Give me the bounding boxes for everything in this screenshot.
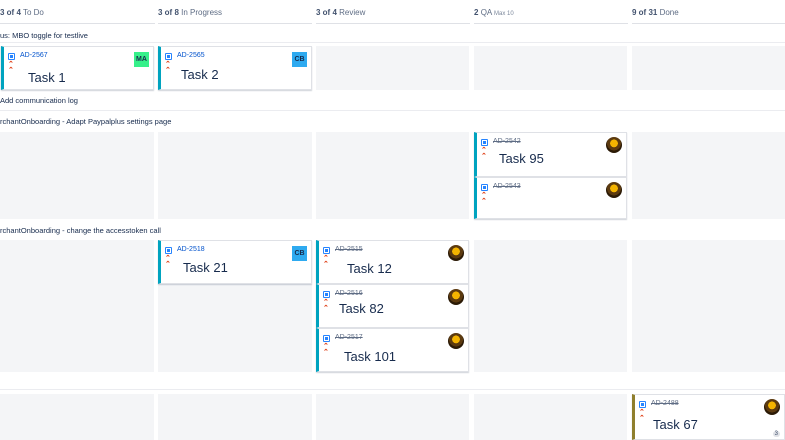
- column-name: Review: [339, 8, 366, 17]
- priority-high-icon: ⌃ ⌃: [481, 147, 487, 160]
- issue-summary: Task 67: [653, 417, 698, 432]
- column-count: 2: [474, 8, 479, 17]
- issue-key[interactable]: AD-2542: [493, 138, 521, 145]
- column-count: 3 of 4: [316, 8, 337, 17]
- issue-summary: Task 101: [344, 349, 397, 364]
- issue-key[interactable]: AD-2488: [651, 400, 679, 407]
- column-name: In Progress: [181, 8, 223, 17]
- subtask-count-badge: 3: [772, 431, 780, 437]
- story-square-icon: [165, 247, 172, 254]
- assignee-avatar[interactable]: [606, 182, 622, 198]
- issue-key[interactable]: AD-2515: [335, 246, 363, 253]
- column-name: To Do: [22, 8, 44, 17]
- column-header-todo[interactable]: 3 of 4 To Do: [0, 0, 155, 24]
- story-square-icon: [323, 291, 330, 298]
- column-max: Max 10: [494, 11, 514, 17]
- column-header-in-progress[interactable]: 3 of 8 In Progress: [158, 0, 312, 24]
- board-cell: [316, 132, 469, 219]
- priority-high-icon: ⌃ ⌃: [165, 255, 171, 268]
- board-cell: [632, 240, 785, 372]
- story-square-icon: [481, 139, 488, 146]
- story-square-icon: [8, 53, 15, 60]
- column-count: 3 of 8: [158, 8, 179, 17]
- board-cell: [0, 132, 154, 219]
- story-square-icon: [639, 401, 646, 408]
- issue-card[interactable]: AD-2543 ⌃ ⌃: [474, 177, 627, 219]
- column-header-done[interactable]: 9 of 31 Done: [632, 0, 785, 24]
- assignee-avatar[interactable]: [448, 289, 464, 305]
- issue-summary: Task 2: [181, 67, 219, 82]
- issue-summary: Task 12: [347, 261, 392, 276]
- swimlane-title[interactable]: rchantOnboarding - change the accesstoke…: [0, 226, 161, 235]
- swimlane-title[interactable]: us: MBO toggle for testlive: [0, 31, 88, 40]
- board-cell: [632, 46, 785, 90]
- board-cell: [316, 394, 469, 440]
- assignee-avatar[interactable]: [764, 399, 780, 415]
- priority-high-icon: ⌃ ⌃: [323, 299, 329, 312]
- priority-high-icon: ⌃ ⌃: [323, 343, 329, 356]
- assignee-avatar[interactable]: CB: [292, 246, 307, 261]
- issue-summary: Task 1: [28, 70, 66, 85]
- board-cell: [474, 46, 627, 90]
- swimlane-title[interactable]: rchantOnboarding - Adapt Paypalplus sett…: [0, 117, 171, 126]
- column-count: 9 of 31: [632, 8, 658, 17]
- column-header-review[interactable]: 3 of 4 Review: [316, 0, 470, 24]
- issue-card[interactable]: AD-2542 ⌃ ⌃ Task 95: [474, 132, 627, 177]
- story-square-icon: [323, 335, 330, 342]
- column-header-qa[interactable]: 2 QA Max 10: [474, 0, 628, 24]
- column-name: Done: [659, 8, 679, 17]
- issue-card[interactable]: AD-2565 ⌃ ⌃ Task 2 CB: [158, 46, 312, 90]
- board-cell: [632, 132, 785, 219]
- issue-key[interactable]: AD-2516: [335, 290, 363, 297]
- story-square-icon: [165, 53, 172, 60]
- priority-high-icon: ⌃ ⌃: [481, 192, 487, 205]
- issue-card[interactable]: AD-2516 ⌃ ⌃ Task 82: [316, 284, 469, 328]
- issue-summary: Task 21: [183, 260, 228, 275]
- board-cell: [0, 394, 154, 440]
- assignee-avatar[interactable]: [448, 333, 464, 349]
- priority-high-icon: ⌃ ⌃: [8, 61, 14, 74]
- issue-summary: Task 95: [499, 151, 544, 166]
- issue-card[interactable]: AD-2567 ⌃ ⌃ Task 1 MA: [1, 46, 154, 90]
- issue-card[interactable]: AD-2518 ⌃ ⌃ Task 21 CB: [158, 240, 312, 284]
- issue-card[interactable]: AD-2488 ⌃ ⌃ Task 67 3: [632, 394, 785, 440]
- swimlane-divider: [0, 42, 785, 43]
- column-count: 3 of 4: [0, 8, 21, 17]
- story-square-icon: [323, 247, 330, 254]
- board-cell: [474, 394, 627, 440]
- assignee-avatar[interactable]: [448, 245, 464, 261]
- issue-card[interactable]: AD-2517 ⌃ ⌃ Task 101: [316, 328, 469, 372]
- issue-key[interactable]: AD-2567: [20, 52, 48, 59]
- board-cell: [316, 46, 469, 90]
- priority-high-icon: ⌃ ⌃: [323, 255, 329, 268]
- board-cell: [0, 240, 154, 372]
- swimlane-divider: [0, 110, 785, 111]
- column-name: QA: [480, 8, 492, 17]
- issue-summary: Task 82: [339, 301, 384, 316]
- assignee-avatar[interactable]: CB: [292, 52, 307, 67]
- issue-key[interactable]: AD-2565: [177, 52, 205, 59]
- swimlane-title[interactable]: Add communication log: [0, 96, 78, 105]
- assignee-avatar[interactable]: [606, 137, 622, 153]
- priority-high-icon: ⌃ ⌃: [639, 409, 645, 422]
- story-square-icon: [481, 184, 488, 191]
- board-cell: [474, 240, 627, 372]
- issue-card[interactable]: AD-2515 ⌃ ⌃ Task 12: [316, 240, 469, 284]
- board-cell: [158, 394, 312, 440]
- priority-high-icon: ⌃ ⌃: [165, 61, 171, 74]
- issue-key[interactable]: AD-2517: [335, 334, 363, 341]
- issue-key[interactable]: AD-2518: [177, 246, 205, 253]
- swimlane-divider: [0, 389, 785, 390]
- issue-key[interactable]: AD-2543: [493, 183, 521, 190]
- board-cell: [158, 132, 312, 219]
- assignee-avatar[interactable]: MA: [134, 52, 149, 67]
